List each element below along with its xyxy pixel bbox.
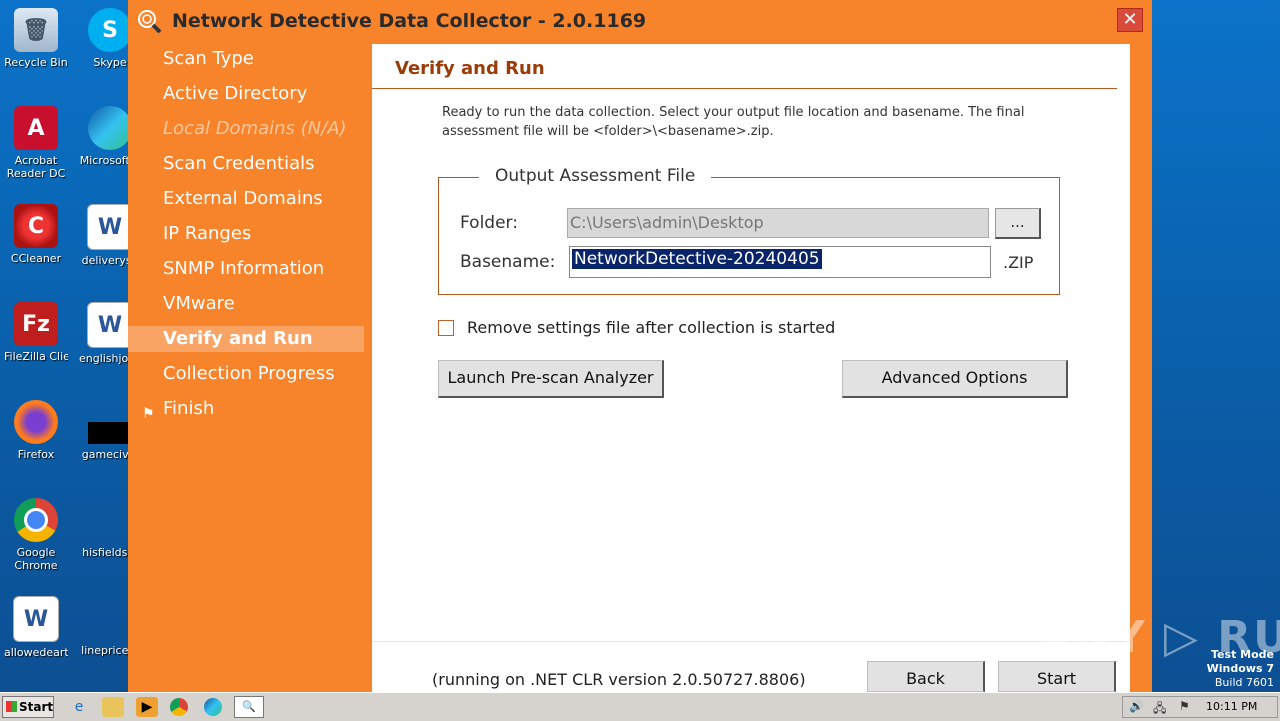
desktop-icon-chrome[interactable]: Google Chrome xyxy=(4,498,68,572)
file-icon xyxy=(88,596,132,640)
window-title: Network Detective Data Collector - 2.0.1… xyxy=(172,10,647,32)
folder-field[interactable]: C:\Users\admin\Desktop xyxy=(567,208,989,238)
clock[interactable]: 10:11 PM xyxy=(1206,700,1257,713)
nav-item-scan-type[interactable]: Scan Type xyxy=(128,46,364,72)
advanced-options-button[interactable]: Advanced Options xyxy=(842,360,1068,398)
desktop-icon-label: Recycle Bin xyxy=(4,56,68,69)
remove-settings-label[interactable]: Remove settings file after collection is… xyxy=(467,318,835,337)
file-explorer-icon[interactable] xyxy=(102,697,124,717)
flag-icon: ⚑ xyxy=(142,406,155,422)
acrobat-icon: A xyxy=(14,106,58,150)
remove-settings-checkbox[interactable] xyxy=(438,320,454,336)
word-document-icon: W xyxy=(87,204,133,250)
windows-logo-icon xyxy=(6,701,17,712)
file-icon xyxy=(88,422,132,444)
ccleaner-icon: C xyxy=(14,204,58,248)
output-assessment-file-group: Output Assessment File Folder: C:\Users\… xyxy=(438,166,1060,295)
nav-item-local-domains: Local Domains (N/A) xyxy=(163,118,347,139)
volume-icon[interactable]: 🔊 xyxy=(1129,699,1144,713)
word-document-icon: W xyxy=(87,302,133,348)
browse-folder-button[interactable]: ... xyxy=(995,208,1041,239)
test-mode-line: Test Mode xyxy=(1211,648,1274,661)
nav-item-collection-progress[interactable]: Collection Progress xyxy=(128,361,364,387)
network-icon[interactable]: 🖧 xyxy=(1153,699,1166,720)
desktop-icon-filezilla[interactable]: Fz FileZilla Client xyxy=(4,302,68,363)
taskbar: Start e ▶ 🔍 🔊 🖧 ⚑ 10:11 PM xyxy=(0,692,1280,721)
desktop-icon-recycle-bin[interactable]: 🗑 Recycle Bin xyxy=(4,8,68,69)
basename-label: Basename: xyxy=(460,252,556,272)
nav-item-active-directory[interactable]: Active Directory xyxy=(128,81,364,107)
desktop-icon-firefox[interactable]: Firefox xyxy=(4,400,68,461)
start-menu-button[interactable]: Start xyxy=(2,696,54,718)
page-description: Ready to run the data collection. Select… xyxy=(442,105,1025,139)
word-document-icon: W xyxy=(13,596,59,642)
desktop-icon-label: CCleaner xyxy=(10,252,62,265)
app-magnifier-icon xyxy=(138,10,162,34)
desktop-icon-label: FileZilla Client xyxy=(4,350,68,363)
page-title: Verify and Run xyxy=(395,58,545,79)
title-divider xyxy=(372,88,1117,89)
internet-explorer-icon[interactable]: e xyxy=(68,697,90,717)
desktop-icon-ccleaner[interactable]: C CCleaner xyxy=(4,204,68,265)
nav-item-external-domains[interactable]: External Domains xyxy=(128,186,364,212)
launch-prescan-analyzer-button[interactable]: Launch Pre-scan Analyzer xyxy=(438,360,664,398)
basename-field[interactable]: NetworkDetective-20240405 xyxy=(569,246,991,278)
content-panel: Verify and Run Ready to run the data col… xyxy=(372,44,1130,692)
build-line: Build 7601 xyxy=(1214,676,1274,689)
desktop-icon-label: Acrobat Reader DC xyxy=(6,154,66,180)
firefox-icon xyxy=(14,400,58,444)
chrome-icon xyxy=(14,498,58,542)
basename-selected-text: NetworkDetective-20240405 xyxy=(572,249,822,269)
nav-item-snmp-information[interactable]: SNMP Information xyxy=(128,256,364,282)
chrome-taskbar-icon[interactable] xyxy=(170,698,188,716)
network-detective-window: Network Detective Data Collector - 2.0.1… xyxy=(128,0,1152,692)
desktop-icon-label: Firefox xyxy=(17,448,55,461)
close-button[interactable]: ✕ xyxy=(1117,8,1143,32)
filezilla-icon: Fz xyxy=(14,302,58,346)
start-button[interactable]: Start xyxy=(998,661,1116,692)
desktop-icon-acrobat[interactable]: A Acrobat Reader DC xyxy=(4,106,68,180)
zip-extension-label: .ZIP xyxy=(1003,253,1034,272)
nav-item-finish-label: Finish xyxy=(163,398,215,419)
desktop-icon-label: Google Chrome xyxy=(14,546,58,572)
title-bar[interactable]: Network Detective Data Collector - 2.0.1… xyxy=(128,0,1152,44)
nav-item-scan-credentials[interactable]: Scan Credentials xyxy=(128,151,364,177)
nav-item-verify-and-run[interactable]: Verify and Run xyxy=(128,326,364,352)
start-label: Start xyxy=(19,700,54,714)
folder-label: Folder: xyxy=(460,213,518,233)
action-center-flag-icon[interactable]: ⚑ xyxy=(1179,699,1190,713)
footer-divider xyxy=(372,641,1130,642)
nav-item-ip-ranges[interactable]: IP Ranges xyxy=(128,221,364,247)
recycle-bin-icon: 🗑 xyxy=(14,8,58,52)
nav-item-vmware[interactable]: VMware xyxy=(128,291,364,317)
windows-test-mode-text: Test Mode Windows 7 Build 7601 xyxy=(1207,648,1274,690)
edge-icon xyxy=(88,106,132,150)
back-button[interactable]: Back xyxy=(867,661,985,692)
edge-taskbar-icon[interactable] xyxy=(204,698,222,716)
file-icon xyxy=(88,498,132,542)
skype-icon: S xyxy=(88,8,132,52)
system-tray: 🔊 🖧 ⚑ 10:11 PM xyxy=(1122,696,1278,718)
group-title: Output Assessment File xyxy=(479,166,712,186)
clr-version-text: (running on .NET CLR version 2.0.50727.8… xyxy=(432,670,806,689)
media-player-icon[interactable]: ▶ xyxy=(136,697,158,717)
wizard-nav: Scan Type Active Directory Local Domains… xyxy=(128,44,372,644)
desktop-icon-word-doc[interactable]: W allowedeart... xyxy=(4,596,68,659)
desktop-icon-label: allowedeart... xyxy=(4,646,68,659)
search-icon[interactable]: 🔍 xyxy=(234,696,264,718)
nav-item-finish[interactable]: ⚑ Finish xyxy=(128,396,364,422)
windows-version-line: Windows 7 xyxy=(1206,662,1274,675)
